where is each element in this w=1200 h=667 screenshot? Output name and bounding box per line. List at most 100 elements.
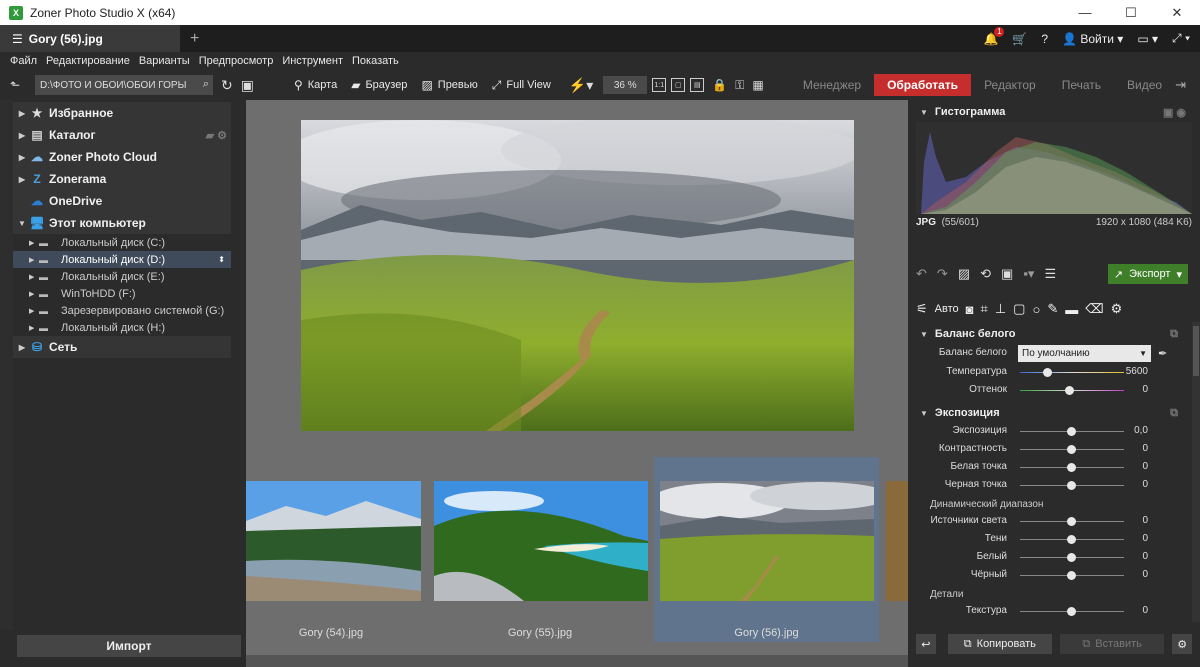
image-icon[interactable]: ▨: [958, 266, 970, 282]
white-balance-header[interactable]: ▼ Баланс белого ⧉: [908, 324, 1192, 344]
thumbnail-item-partial[interactable]: [882, 457, 908, 642]
expand-arrow-icon[interactable]: ▶: [15, 153, 29, 162]
exposure-header[interactable]: ▼ Экспозиция ⧉: [908, 403, 1192, 423]
monitor-icon[interactable]: ▭ ▾: [1137, 32, 1158, 46]
catalog-actions-icon[interactable]: ▰ ⚙: [206, 129, 227, 142]
temperature-track[interactable]: [1020, 372, 1124, 373]
tree-item-network[interactable]: ▶ ⛁ Сеть: [13, 336, 231, 358]
flash-icon[interactable]: ⚡▾: [569, 77, 593, 94]
notifications-button[interactable]: 🔔 1: [983, 26, 1005, 46]
mode-editor[interactable]: Редактор: [971, 74, 1049, 96]
copy-icon[interactable]: ⧉: [1170, 407, 1178, 420]
rotate-icon[interactable]: ⟲: [980, 266, 991, 282]
preview-button[interactable]: ▨ Превью: [421, 78, 477, 92]
crop-icon[interactable]: ▣: [1001, 266, 1013, 282]
expand-arrow-icon[interactable]: ▶: [15, 131, 29, 140]
param-value[interactable]: 0: [1142, 384, 1148, 395]
drive-item-c[interactable]: ▶ ▬ Локальный диск (C:): [13, 234, 231, 251]
auto-button[interactable]: Авто: [935, 303, 959, 315]
param-value[interactable]: 0: [1142, 569, 1148, 580]
path-input[interactable]: D:\ФОТО И ОБОИ\ОБОИ ГОРЫ ⌕: [35, 75, 213, 95]
expand-arrow-icon[interactable]: ▶: [29, 239, 39, 247]
copy-icon[interactable]: ⧉: [1170, 328, 1178, 341]
main-preview-image[interactable]: [301, 120, 854, 431]
tint-knob[interactable]: [1065, 386, 1074, 395]
sort-arrows-icon[interactable]: ⬍: [218, 255, 225, 264]
scrollbar-thumb[interactable]: [1193, 326, 1199, 376]
zoom-1to1-button[interactable]: 1:1: [652, 78, 667, 92]
tree-item-onedrive[interactable]: ☁ OneDrive: [13, 190, 231, 212]
frame-icon[interactable]: ▢: [1013, 301, 1025, 317]
expand-arrow-icon[interactable]: ▶: [15, 343, 29, 352]
slider-knob[interactable]: [1067, 571, 1076, 580]
crop-tool-icon[interactable]: ⌗: [981, 301, 988, 317]
expand-arrow-icon[interactable]: ▶: [29, 307, 39, 315]
slider-knob[interactable]: [1067, 463, 1076, 472]
white-balance-select[interactable]: По умолчанию ▼: [1018, 345, 1151, 362]
redo-icon[interactable]: ↷: [937, 266, 948, 282]
filmstrip-scrollbar[interactable]: [246, 655, 908, 667]
settings-button[interactable]: ⚙: [1172, 634, 1192, 654]
mode-manager[interactable]: Менеджер: [790, 74, 874, 96]
login-button[interactable]: 👤 Войти ▾: [1062, 32, 1123, 46]
tree-item-catalog[interactable]: ▶ ▤ Каталог ▰ ⚙: [13, 124, 231, 146]
export-button[interactable]: ↗ Экспорт ▾: [1107, 264, 1188, 284]
drive-item-e[interactable]: ▶ ▬ Локальный диск (E:): [13, 268, 231, 285]
expand-arrow-icon[interactable]: ▶: [29, 273, 39, 281]
drive-item-d[interactable]: ▶ ▬ Локальный диск (D:) ⬍: [13, 251, 231, 268]
menu-tool[interactable]: Инструмент: [282, 55, 343, 67]
histogram-header[interactable]: ▼ Гистограмма ▣ ◉: [908, 102, 1200, 122]
search-icon[interactable]: ⌕: [203, 78, 209, 91]
folder-up-icon[interactable]: ⬑: [10, 78, 26, 92]
expand-arrow-icon[interactable]: ▶: [15, 109, 29, 118]
gear-icon[interactable]: ⚙: [1111, 301, 1123, 317]
copy-button[interactable]: ⧉ Копировать: [947, 634, 1052, 654]
grid-icon[interactable]: ▦: [752, 78, 763, 92]
lock-settings-icon[interactable]: ⚿: [735, 78, 744, 93]
menu-view[interactable]: Показать: [352, 55, 399, 67]
slider-knob[interactable]: [1067, 553, 1076, 562]
undo-icon[interactable]: ↶: [916, 266, 927, 282]
fill-screen-button[interactable]: ▤: [690, 78, 705, 92]
menu-edit[interactable]: Редактирование: [46, 55, 130, 67]
mode-video[interactable]: Видео: [1114, 74, 1175, 96]
brush-icon[interactable]: ✎: [1047, 301, 1058, 317]
mode-process[interactable]: Обработать: [874, 74, 972, 96]
panel-scrollbar[interactable]: [1192, 322, 1200, 622]
expand-arrow-icon[interactable]: ▶: [15, 175, 29, 184]
param-value[interactable]: 5600: [1126, 366, 1148, 377]
save-icon[interactable]: ▪▾: [1023, 266, 1034, 282]
drive-item-f[interactable]: ▶ ▬ WinToHDD (F:): [13, 285, 231, 302]
slider-knob[interactable]: [1067, 517, 1076, 526]
close-button[interactable]: ✕: [1154, 0, 1200, 25]
circle-icon[interactable]: ○: [1032, 302, 1040, 317]
expand-arrow-icon[interactable]: ▶: [29, 290, 39, 298]
slider-knob[interactable]: [1067, 481, 1076, 490]
document-tab[interactable]: ☰ Gory (56).jpg: [0, 25, 180, 52]
menu-preview[interactable]: Предпросмотр: [199, 55, 274, 67]
tree-item-zonerama[interactable]: ▶ Z Zonerama: [13, 168, 231, 190]
help-icon[interactable]: ?: [1041, 32, 1048, 46]
cart-icon[interactable]: 🛒: [1012, 32, 1027, 46]
tree-item-this-pc[interactable]: ▼ 🖥 Этот компьютер: [13, 212, 231, 234]
param-value[interactable]: 0: [1142, 461, 1148, 472]
eyedropper-icon[interactable]: ✒: [1158, 347, 1167, 360]
new-folder-icon[interactable]: ▣: [241, 77, 254, 94]
map-button[interactable]: ⚲ Карта: [294, 78, 337, 92]
param-value[interactable]: 0: [1142, 443, 1148, 454]
slider-knob[interactable]: [1067, 427, 1076, 436]
auto-adjust-icon[interactable]: ⚟: [916, 301, 928, 317]
camera-settings-icon[interactable]: ▣ ◉: [1163, 106, 1186, 119]
maximize-button[interactable]: ☐: [1108, 0, 1154, 25]
slider-knob[interactable]: [1067, 445, 1076, 454]
minimize-button[interactable]: —: [1062, 0, 1108, 25]
menu-file[interactable]: Файл: [10, 55, 37, 67]
tree-item-favorites[interactable]: ▶ ★ Избранное: [13, 102, 231, 124]
collapse-arrow-icon[interactable]: ▼: [15, 219, 29, 228]
temperature-knob[interactable]: [1043, 368, 1052, 377]
settings-sliders-icon[interactable]: ☰: [1044, 266, 1056, 282]
expand-arrow-icon[interactable]: ▶: [29, 324, 39, 332]
exit-icon[interactable]: ⇥: [1175, 77, 1186, 93]
thumbnail-item[interactable]: Gory (55).jpg: [429, 457, 651, 642]
tree-item-zoner-cloud[interactable]: ▶ ☁ Zoner Photo Cloud: [13, 146, 231, 168]
